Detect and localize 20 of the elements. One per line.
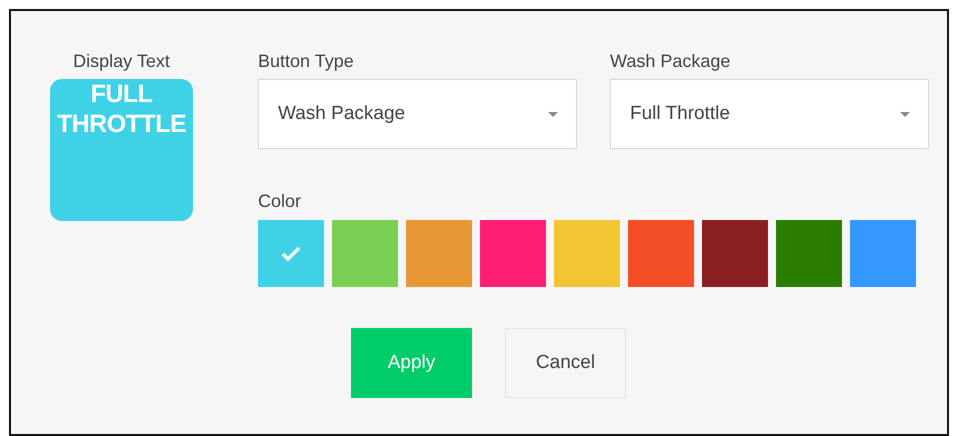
color-swatch[interactable] xyxy=(406,220,472,287)
field-label: Color xyxy=(258,191,302,211)
checkmark-icon xyxy=(281,246,301,262)
color-swatch[interactable] xyxy=(850,220,916,287)
button-preview: FULL THROTTLE xyxy=(50,79,193,221)
color-swatch[interactable] xyxy=(554,220,620,287)
dropdown-field[interactable]: Wash Package xyxy=(258,79,577,149)
field-label: Button Type xyxy=(258,51,354,71)
field-label: Display Text xyxy=(73,51,170,71)
color-swatch[interactable] xyxy=(332,220,398,287)
color-swatch[interactable] xyxy=(258,220,324,287)
dropdown-field[interactable]: Full Throttle xyxy=(610,79,929,149)
color-swatch[interactable] xyxy=(702,220,768,287)
field-label: Wash Package xyxy=(610,51,730,71)
color-swatch[interactable] xyxy=(776,220,842,287)
cancel-button[interactable]: Cancel xyxy=(505,328,626,398)
caret-icon xyxy=(548,112,558,116)
color-swatch[interactable] xyxy=(628,220,694,287)
color-swatch[interactable] xyxy=(480,220,546,287)
caret-icon xyxy=(900,112,910,116)
